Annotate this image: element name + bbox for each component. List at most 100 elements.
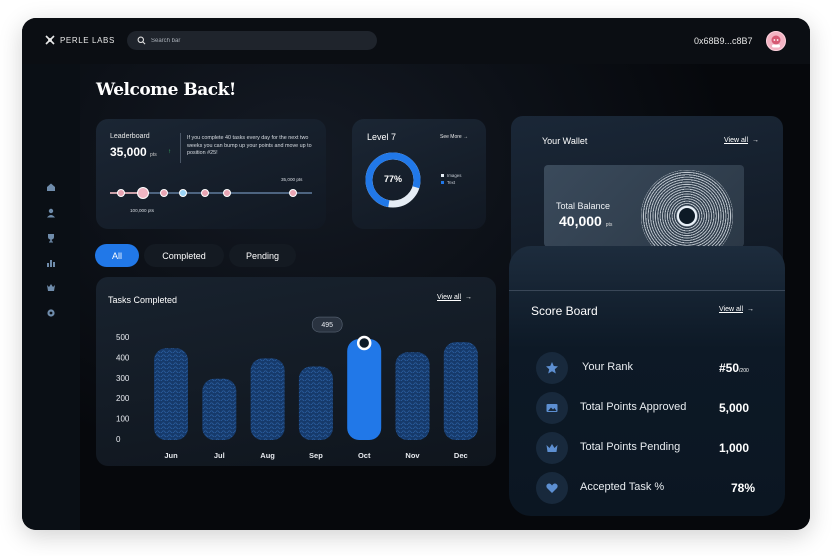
leaderboard-points-value: 35,000 — [110, 145, 147, 159]
logo-icon — [45, 35, 55, 45]
search-bar[interactable] — [127, 31, 377, 50]
y-tick-label: 200 — [116, 394, 130, 403]
bar[interactable] — [154, 348, 188, 440]
bar[interactable] — [347, 339, 382, 440]
legend-label: Text — [447, 180, 456, 185]
balance-card: Total Balance 40,000 pts — [544, 165, 744, 247]
sidebar-chart-icon[interactable] — [45, 257, 57, 269]
bar[interactable] — [443, 342, 478, 440]
x-tick-label: Sep — [309, 451, 323, 460]
avatar[interactable] — [766, 31, 786, 51]
avatar-face-icon — [771, 35, 781, 48]
score-value: #50/200 — [719, 361, 749, 375]
balance-value: 40,000 pts — [559, 213, 612, 229]
level-title: Level 7 — [367, 132, 397, 142]
balance-unit: pts — [605, 222, 613, 228]
sidebar-settings-icon[interactable] — [45, 307, 57, 319]
highlight-knob[interactable] — [356, 335, 372, 351]
x-tick-label: Dec — [454, 451, 468, 460]
y-tick-label: 500 — [116, 333, 130, 342]
y-tick-label: 400 — [116, 353, 130, 362]
y-tick-label: 100 — [116, 415, 130, 424]
view-all-label: View all — [724, 137, 748, 144]
score-label: Accepted Task % — [580, 481, 665, 493]
scoreboard-title: Score Board — [531, 304, 598, 318]
leader-avatar[interactable] — [201, 189, 209, 197]
tab-label: Pending — [245, 250, 280, 261]
brand-name: PERLE LABS — [60, 35, 115, 45]
leaderboard-points: 35,000 pts — [110, 145, 157, 159]
leader-avatar-current[interactable] — [137, 187, 149, 199]
score-label: Total Points Pending — [580, 441, 681, 453]
tab-pending[interactable]: Pending — [229, 244, 296, 267]
level-percent: 77% — [383, 174, 402, 184]
x-tick-label: Jul — [214, 451, 225, 460]
tab-label: Completed — [162, 250, 206, 261]
leader-avatar[interactable] — [179, 189, 187, 197]
scoreboard-card: Score Board View all → Your Rank #50/200 … — [509, 246, 785, 516]
wallet-address[interactable]: 0x68B9...c8B7 — [694, 36, 753, 46]
leader-avatar[interactable] — [289, 189, 297, 197]
legend-images: Images — [441, 173, 461, 178]
y-tick-label: 0 — [116, 435, 121, 444]
leaderboard-message: If you complete 40 tasks every day for t… — [187, 135, 312, 157]
x-tick-label: Nov — [405, 451, 420, 460]
wallet-view-all-link[interactable]: View all → — [724, 137, 759, 144]
sidebar-user-icon[interactable] — [45, 207, 57, 219]
score-row-pending: Total Points Pending 1,000 — [536, 432, 766, 464]
legend-swatch — [441, 181, 444, 184]
sidebar-trophy-icon[interactable] — [45, 232, 57, 244]
score-label: Your Rank — [582, 361, 633, 373]
level-card: Level 7 See More → 77% Images Text — [352, 119, 486, 229]
leaderboard-card: Leaderboard 35,000 pts ↑ If you complete… — [96, 119, 326, 229]
heart-icon — [536, 472, 568, 504]
search-icon — [137, 36, 146, 45]
tab-all[interactable]: All — [95, 244, 139, 267]
divider — [180, 133, 181, 163]
see-more-link[interactable]: See More → — [440, 134, 468, 140]
arrow-right-icon: → — [752, 137, 759, 144]
scoreboard-view-all-link[interactable]: View all → — [719, 306, 754, 313]
brand-logo[interactable]: PERLE LABS — [45, 35, 115, 45]
sidebar-badge-icon[interactable] — [45, 282, 57, 294]
score-row-rank: Your Rank #50/200 — [536, 352, 766, 384]
bar[interactable] — [395, 352, 430, 440]
x-tick-label: Oct — [358, 451, 371, 460]
wallet-title: Your Wallet — [542, 136, 588, 146]
crown-icon — [536, 432, 568, 464]
arrow-right-icon: → — [463, 134, 469, 140]
sidebar-home-icon[interactable] — [45, 181, 57, 193]
leader-avatar[interactable] — [223, 189, 231, 197]
image-icon — [536, 392, 568, 424]
tab-completed[interactable]: Completed — [144, 244, 224, 267]
score-value: 78% — [731, 481, 756, 495]
score-row-approved: Total Points Approved 5,000 — [536, 392, 766, 424]
top-bar: PERLE LABS 0x68B9...c8B7 — [22, 18, 810, 64]
sidebar — [22, 64, 80, 530]
score-value: 1,000 — [719, 441, 750, 455]
bar[interactable] — [250, 358, 285, 440]
leaderboard-title: Leaderboard — [110, 133, 150, 140]
see-more-label: See More — [440, 134, 462, 140]
legend-swatch — [441, 174, 444, 177]
leaderboard-label-high: 35,000 pts — [281, 177, 303, 182]
leader-avatar[interactable] — [160, 189, 168, 197]
search-input[interactable] — [151, 37, 351, 44]
x-tick-label: Jun — [164, 451, 178, 460]
legend-label: Images — [447, 173, 462, 178]
tab-label: All — [111, 250, 122, 261]
score-label: Total Points Approved — [580, 401, 687, 413]
leader-avatar[interactable] — [117, 189, 125, 197]
tasks-bar-chart: 500 400 300 200 100 0 Jun Jul Aug Sep Oct 495 Nov Dec — [116, 316, 478, 460]
tasks-card: Tasks Completed View all → 500 400 300 200 10… — [96, 277, 496, 466]
balance-label: Total Balance — [556, 201, 611, 211]
tooltip-label: 495 — [321, 322, 333, 329]
app-window: PERLE LABS 0x68B9...c8B7 Welcome Back! L… — [22, 18, 810, 530]
score-row-accepted: Accepted Task % 78% — [536, 472, 766, 504]
score-value-main: #50 — [719, 361, 740, 375]
bar[interactable] — [202, 378, 237, 440]
score-value-suffix: /200 — [739, 368, 749, 374]
leaderboard-points-unit: pts — [150, 152, 157, 158]
bar[interactable] — [298, 366, 333, 440]
star-icon — [536, 352, 568, 384]
